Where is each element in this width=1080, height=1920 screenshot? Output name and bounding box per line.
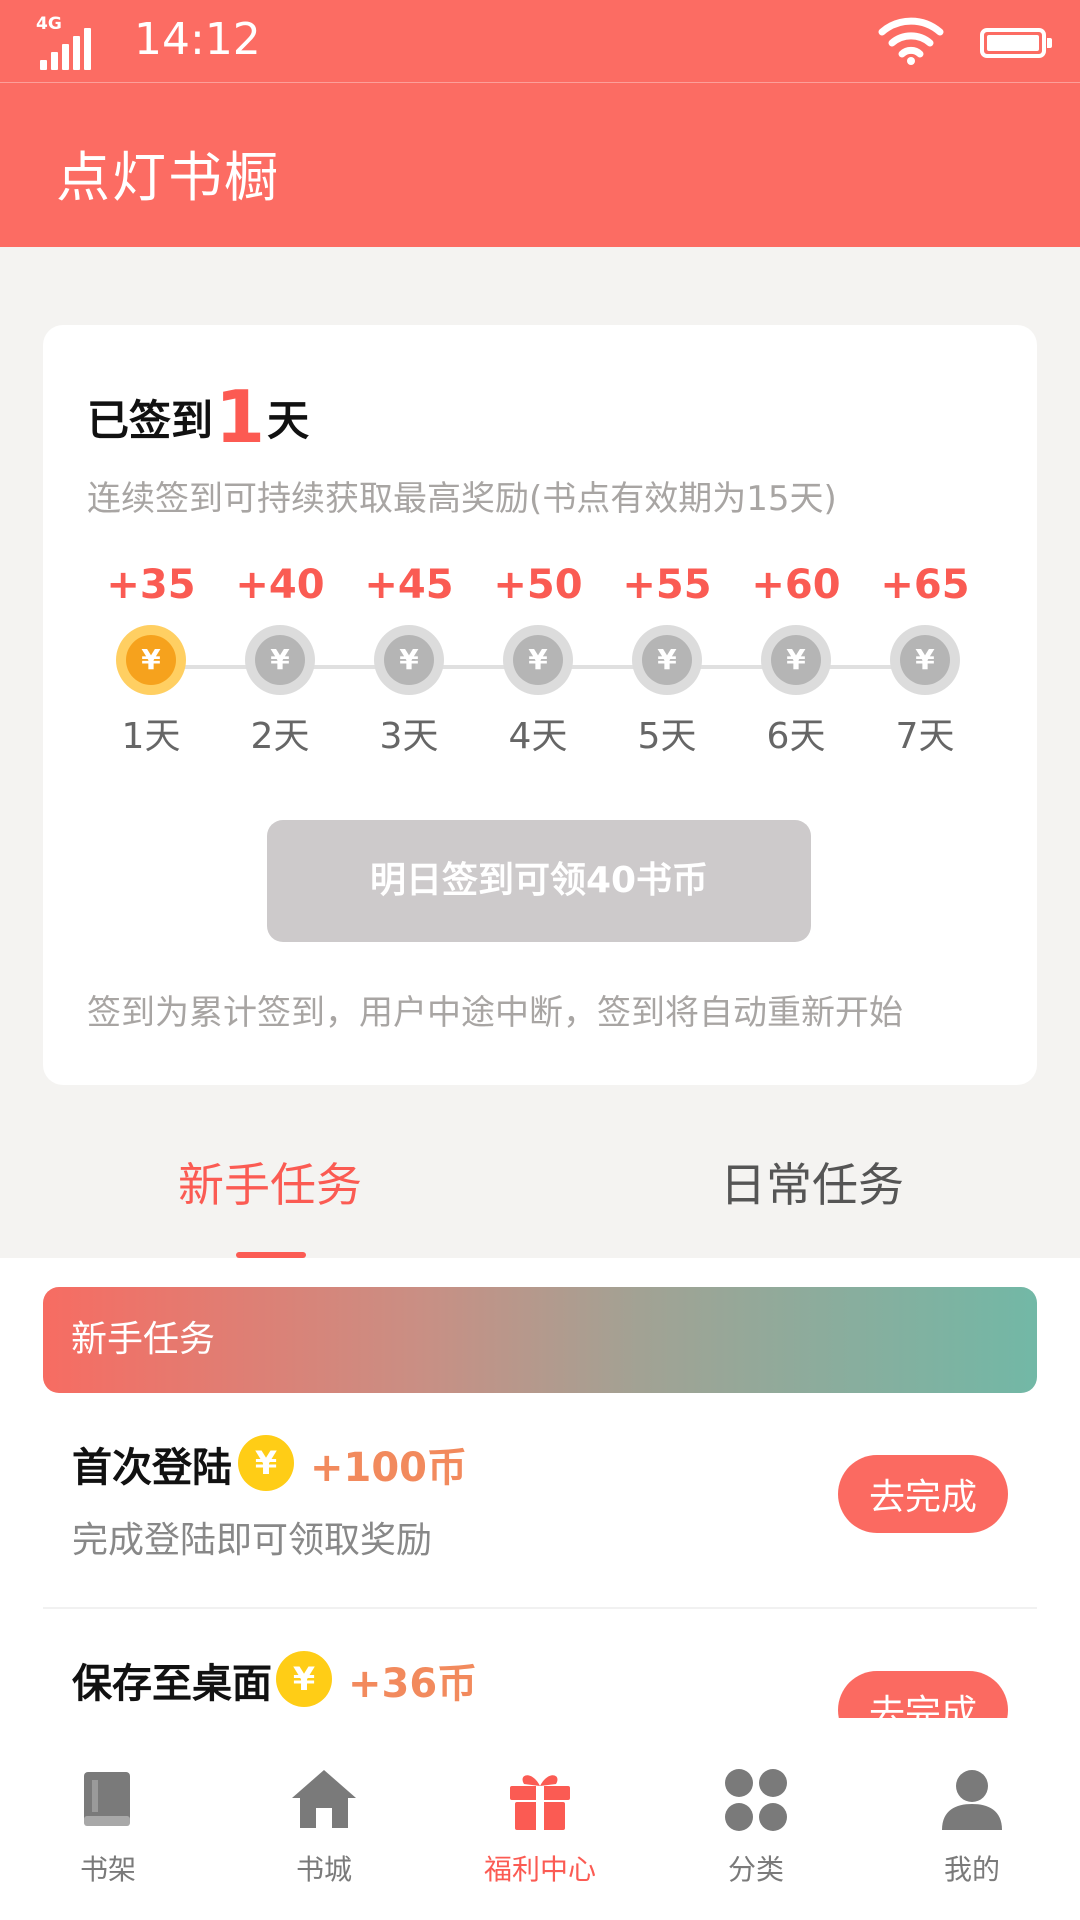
nav-label: 分类 <box>727 1853 784 1886</box>
tab-newbie-tasks[interactable]: 新手任务 <box>170 1110 370 1258</box>
coin-icon: ¥ <box>116 625 186 695</box>
signin-day-6: +60 ¥ 6天 <box>731 559 861 759</box>
task-name: 保存至桌面 <box>72 1661 272 1707</box>
status-time: 14:12 <box>134 14 261 65</box>
nav-mine[interactable]: 我的 <box>864 1718 1080 1920</box>
signin-tip: 连续签到可持续获取最高奖励(书点有效期为15天) <box>87 479 837 519</box>
day-reward: +45 <box>364 562 454 608</box>
coin-icon: ¥ <box>632 625 702 695</box>
signed-suffix: 天 <box>267 395 310 445</box>
day-reward: +35 <box>106 562 196 608</box>
signin-day-1: +35 ¥ 1天 <box>86 559 216 759</box>
home-icon <box>292 1770 356 1828</box>
coin-icon: ¥ <box>503 625 573 695</box>
nav-label: 福利中心 <box>483 1853 596 1886</box>
nav-label: 我的 <box>943 1853 1000 1886</box>
app-header: 点灯书橱 <box>0 82 1080 247</box>
cellular-signal-icon: 4G <box>36 14 96 70</box>
nav-label: 书城 <box>295 1853 352 1886</box>
task-tabs: 新手任务 日常任务 <box>0 1110 1080 1258</box>
signin-day-4: +50 ¥ 4天 <box>473 559 603 759</box>
signed-prefix: 已签到 <box>87 395 214 445</box>
signed-status: 已签到 1 天 <box>87 375 310 459</box>
signin-card: 已签到 1 天 连续签到可持续获取最高奖励(书点有效期为15天) +35 ¥ 1… <box>43 325 1037 1085</box>
task-name: 首次登陆 <box>72 1445 232 1491</box>
day-label: 2天 <box>250 716 310 757</box>
day-reward: +50 <box>493 562 583 608</box>
task-section-banner: 新手任务 <box>43 1287 1037 1393</box>
signed-days-count: 1 <box>215 375 266 459</box>
task-item-save-desktop: 保存至桌面 ¥ +36币 去完成 <box>0 1609 1080 1718</box>
day-reward: +60 <box>751 562 841 608</box>
coin-icon: ¥ <box>276 1651 332 1707</box>
page-title: 点灯书橱 <box>56 146 280 209</box>
coin-icon: ¥ <box>374 625 444 695</box>
task-item-first-login: 首次登陆 ¥ +100币 完成登陆即可领取奖励 去完成 <box>0 1393 1080 1609</box>
signin-day-7: +65 ¥ 7天 <box>860 559 990 759</box>
status-bar: 4G 14:12 <box>0 0 1080 82</box>
nav-category[interactable]: 分类 <box>648 1718 864 1920</box>
coin-icon: ¥ <box>761 625 831 695</box>
task-complete-button[interactable]: 去完成 <box>838 1671 1008 1718</box>
nav-bookshelf[interactable]: 书架 <box>0 1718 216 1920</box>
day-label: 3天 <box>379 716 439 757</box>
day-label: 1天 <box>121 716 181 757</box>
signin-button[interactable]: 明日签到可领40书币 <box>267 820 811 942</box>
day-label: 5天 <box>637 716 697 757</box>
nav-welfare-center[interactable]: 福利中心 <box>432 1718 648 1920</box>
signin-day-2: +40 ¥ 2天 <box>215 559 345 759</box>
nav-bookstore[interactable]: 书城 <box>216 1718 432 1920</box>
day-reward: +55 <box>622 562 712 608</box>
coin-icon: ¥ <box>238 1435 294 1491</box>
grid-icon <box>725 1769 787 1831</box>
day-reward: +40 <box>235 562 325 608</box>
signin-day-5: +55 ¥ 5天 <box>602 559 732 759</box>
task-list: 新手任务 首次登陆 ¥ +100币 完成登陆即可领取奖励 去完成 保存至桌面 ¥… <box>0 1258 1080 1718</box>
coin-icon: ¥ <box>245 625 315 695</box>
battery-icon <box>980 28 1052 58</box>
day-reward: +65 <box>880 562 970 608</box>
task-description: 完成登陆即可领取奖励 <box>72 1520 433 1561</box>
signin-rule: 签到为累计签到，用户中途中断，签到将自动重新开始 <box>87 993 903 1033</box>
task-complete-button[interactable]: 去完成 <box>838 1455 1008 1533</box>
nav-label: 书架 <box>79 1853 136 1886</box>
user-icon <box>942 1770 1002 1830</box>
task-reward: +36币 <box>348 1661 478 1707</box>
day-label: 4天 <box>508 716 568 757</box>
book-icon <box>84 1772 130 1826</box>
day-label: 7天 <box>895 716 955 757</box>
gift-icon <box>510 1775 570 1830</box>
wifi-icon <box>878 17 944 65</box>
network-type: 4G <box>36 14 62 34</box>
signin-day-3: +45 ¥ 3天 <box>344 559 474 759</box>
task-reward: +100币 <box>310 1445 468 1491</box>
day-label: 6天 <box>766 716 826 757</box>
tab-daily-tasks[interactable]: 日常任务 <box>712 1110 912 1258</box>
coin-icon: ¥ <box>890 625 960 695</box>
bottom-navigation: 书架 书城 福利中心 分类 我的 <box>0 1718 1080 1920</box>
